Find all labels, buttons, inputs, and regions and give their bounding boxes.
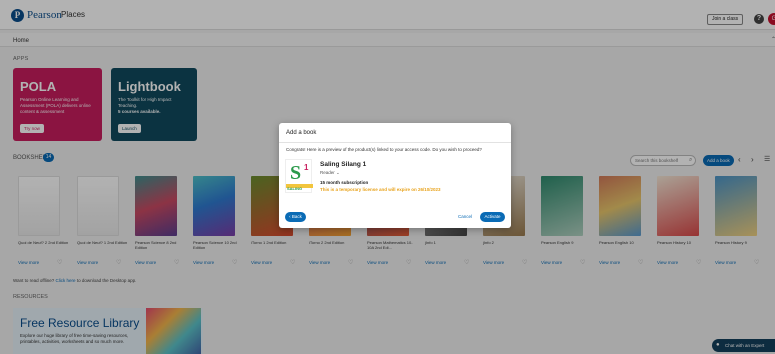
subscription-length: 15 month subscription (320, 180, 369, 185)
cancel-button[interactable]: Cancel (455, 212, 475, 222)
cover-letter: S (290, 162, 302, 184)
activate-button[interactable]: Activate (480, 212, 505, 222)
back-button[interactable]: ‹ Back (285, 212, 306, 222)
product-type-dropdown[interactable]: Reader ⌄ (320, 170, 340, 176)
modal-message: Congrats! Here is a preview of the produ… (286, 147, 482, 152)
product-cover-image: S 1 SALING (285, 159, 313, 193)
product-type-label: Reader (320, 170, 335, 175)
back-label: Back (291, 214, 302, 219)
cover-word: SALING (287, 186, 303, 191)
modal-divider (279, 142, 511, 143)
chevron-down-icon: ⌄ (336, 170, 340, 175)
cover-number: 1 (304, 163, 309, 172)
modal-title: Add a book (286, 130, 317, 136)
product-title: Saling Silang 1 (320, 161, 367, 168)
license-warning: This is a temporary license and will exp… (320, 187, 441, 192)
add-book-modal: Add a book Congrats! Here is a preview o… (279, 123, 511, 228)
